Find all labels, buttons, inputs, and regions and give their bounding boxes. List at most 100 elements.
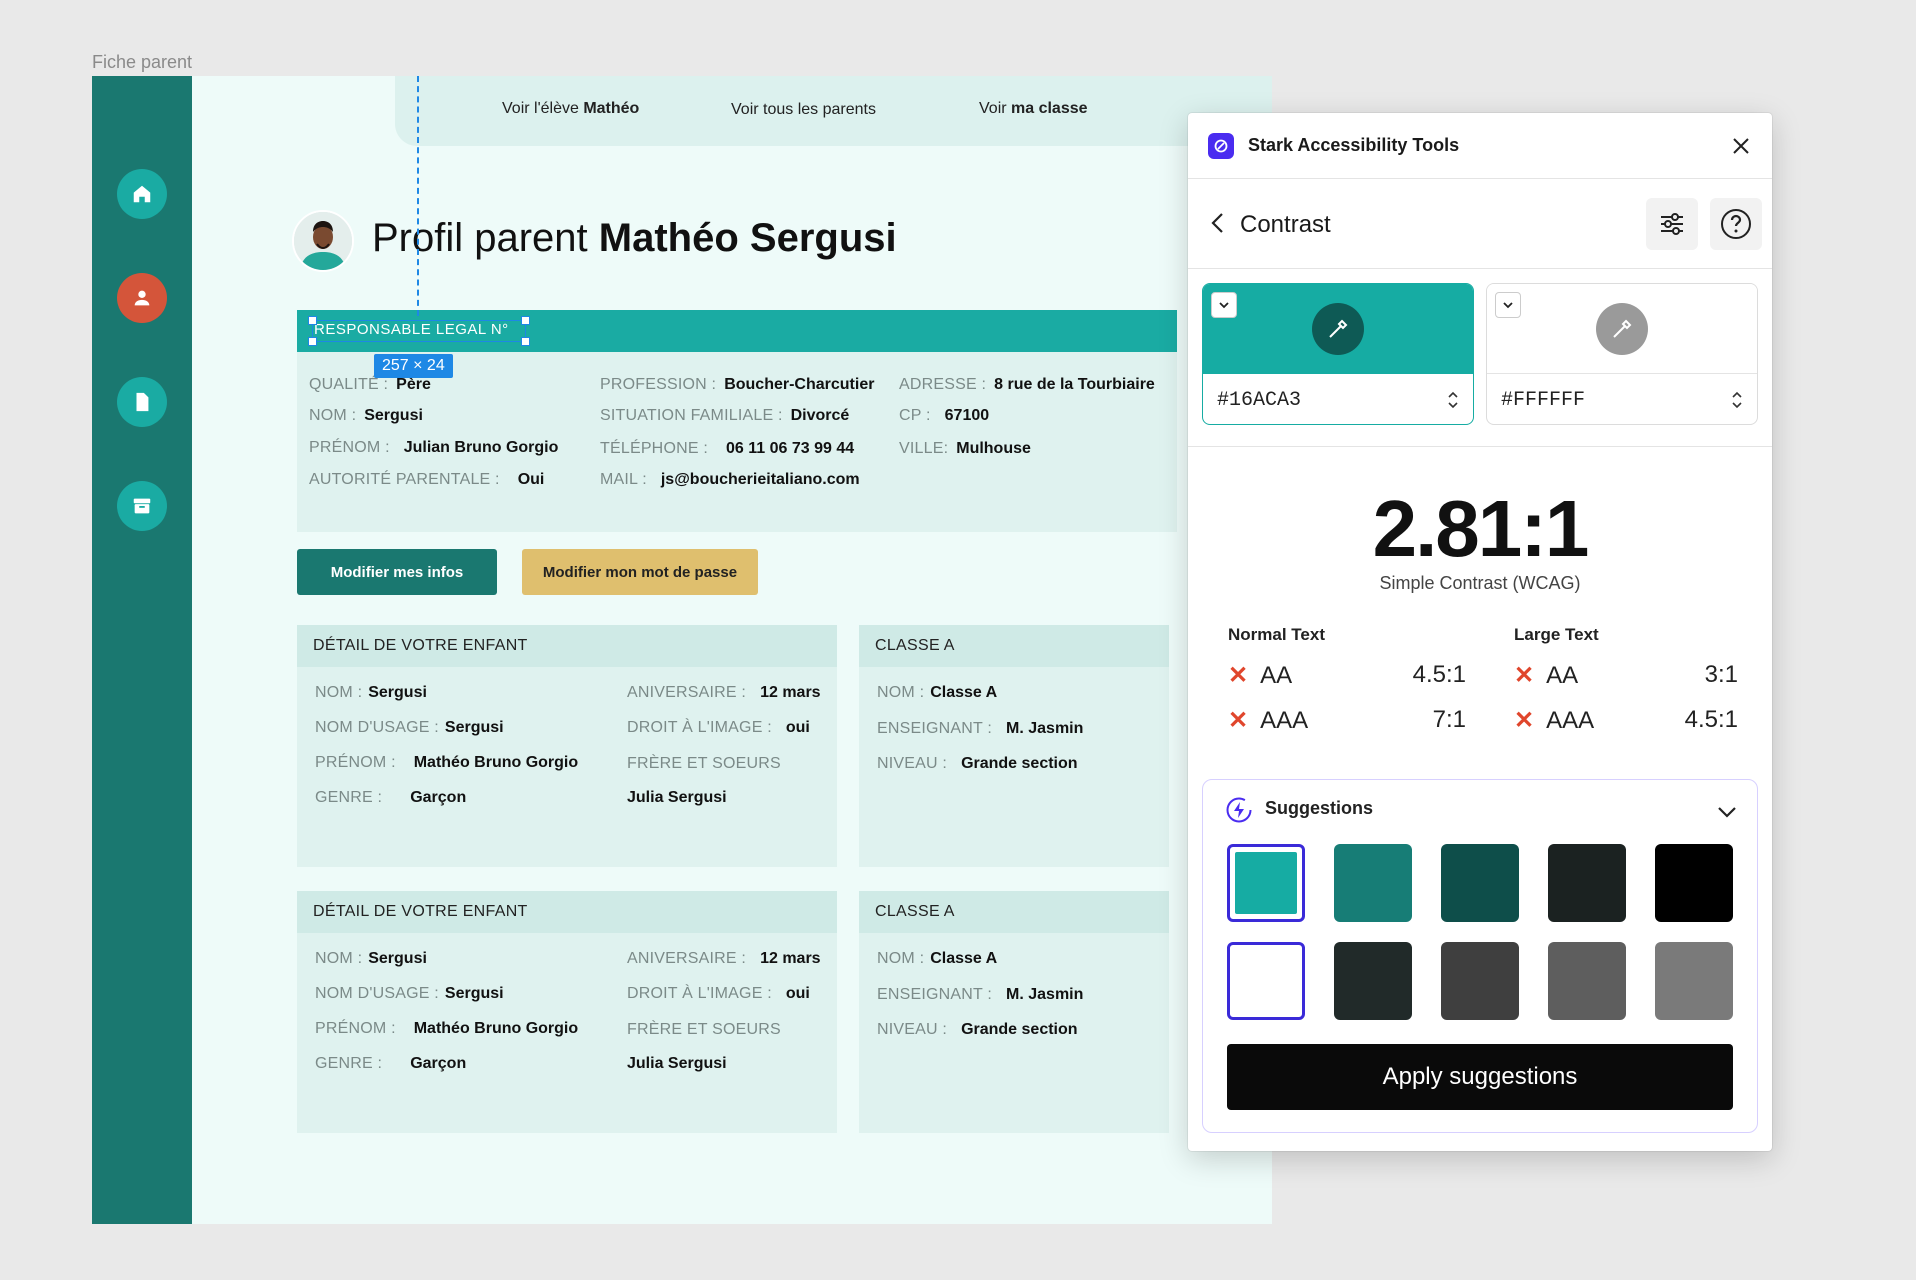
foreground-swatch[interactable]: #16ACA3 xyxy=(1202,283,1474,425)
large-aa-label: AA xyxy=(1546,662,1579,689)
selection-size-badge: 257 × 24 xyxy=(374,354,453,378)
nav-link-my-class-label: Voir xyxy=(979,100,1012,117)
child-nom-usage-label: NOM D'USAGE : xyxy=(315,719,439,736)
chevron-down-icon[interactable] xyxy=(1715,800,1739,824)
back-arrow-icon[interactable] xyxy=(1208,210,1228,236)
child-anniversaire-value: 12 mars xyxy=(760,950,821,967)
suggestion-chip-background[interactable] xyxy=(1655,942,1733,1020)
class-niveau-value: Grande section xyxy=(961,755,1078,772)
child-anniversaire: ANIVERSAIRE : 12 mars xyxy=(627,950,821,968)
resize-handle[interactable] xyxy=(521,316,530,325)
fail-icon: ✕ xyxy=(1514,707,1535,734)
background-hex-value: #FFFFFF xyxy=(1501,388,1586,412)
foreground-hex-input[interactable]: #16ACA3 xyxy=(1203,374,1473,424)
stark-subheader: Contrast xyxy=(1188,179,1772,269)
field-adresse-value: 8 rue de la Tourbiaire xyxy=(994,376,1155,393)
background-hex-input[interactable]: #FFFFFF xyxy=(1487,374,1757,424)
foreground-toggle[interactable] xyxy=(1211,292,1237,318)
suggestion-chip-foreground[interactable] xyxy=(1548,844,1626,922)
edit-info-button[interactable]: Modifier mes infos xyxy=(297,549,497,595)
suggestion-chip-background[interactable] xyxy=(1441,942,1519,1020)
stepper-arrows-icon[interactable] xyxy=(1731,390,1743,410)
close-icon[interactable] xyxy=(1728,133,1754,159)
contrast-ratio: 2.81:1 xyxy=(1372,484,1590,573)
background-toggle[interactable] xyxy=(1495,292,1521,318)
child-detail-title: DÉTAIL DE VOTRE ENFANT xyxy=(297,891,837,933)
foreground-eyedropper-button[interactable] xyxy=(1312,303,1364,355)
suggestion-chip-foreground[interactable] xyxy=(1655,844,1733,922)
resize-handle[interactable] xyxy=(521,337,530,346)
field-mail: MAIL : js@boucherieitaliano.com xyxy=(600,471,860,489)
child-anniversaire-label: ANIVERSAIRE : xyxy=(627,950,747,967)
child-droit-image: DROIT À L'IMAGE : oui xyxy=(627,719,810,737)
class-nom-value: Classe A xyxy=(930,950,998,967)
field-qualite: QUALITÉ : Père xyxy=(309,376,431,394)
background-eyedropper-button[interactable] xyxy=(1596,302,1648,355)
class-niveau-label: NIVEAU : xyxy=(877,1021,948,1038)
field-prenom-label: PRÉNOM : xyxy=(309,439,390,456)
top-navigation: Voir l'élève Mathéo Voir tous les parent… xyxy=(395,76,1272,146)
sidebar-archive-button[interactable] xyxy=(117,481,167,531)
fail-icon: ✕ xyxy=(1228,707,1249,734)
stark-title: Stark Accessibility Tools xyxy=(1248,135,1460,155)
child-nom-usage: NOM D'USAGE : Sergusi xyxy=(315,985,504,1003)
child-anniversaire-label: ANIVERSAIRE : xyxy=(627,684,747,701)
child-anniversaire-value: 12 mars xyxy=(760,684,821,701)
class-enseignant-value: M. Jasmin xyxy=(1006,986,1084,1003)
nav-link-all-parents[interactable]: Voir tous les parents xyxy=(731,101,876,119)
field-situation-familiale: SITUATION FAMILIALE : Divorcé xyxy=(600,407,849,425)
class-card: CLASSE A xyxy=(859,891,1169,1133)
nav-link-my-class[interactable]: Voir ma classe xyxy=(979,100,1088,118)
suggestion-chip-foreground-selected[interactable] xyxy=(1227,844,1305,922)
class-enseignant-label: ENSEIGNANT : xyxy=(877,720,993,737)
resize-handle[interactable] xyxy=(308,337,317,346)
child-genre-label: GENRE : xyxy=(315,789,383,806)
selection-box[interactable] xyxy=(312,320,526,342)
edit-password-button[interactable]: Modifier mon mot de passe xyxy=(522,549,758,595)
child-droit-image-label: DROIT À L'IMAGE : xyxy=(627,719,772,736)
suggestion-chip-foreground[interactable] xyxy=(1441,844,1519,922)
sidebar-home-button[interactable] xyxy=(117,169,167,219)
field-telephone: TÉLÉPHONE : 06 11 06 73 99 44 xyxy=(600,440,854,458)
child-prenom-value: Mathéo Bruno Gorgio xyxy=(413,754,579,771)
child-freres-names: Julia Sergusi xyxy=(627,1055,727,1072)
child-nom-label: NOM : xyxy=(315,950,363,967)
help-button[interactable] xyxy=(1710,198,1762,250)
field-ville-label: VILLE: xyxy=(899,440,949,457)
child-genre-value: Garçon xyxy=(410,789,467,806)
nav-link-student[interactable]: Voir l'élève Mathéo xyxy=(502,100,639,118)
field-telephone-value: 06 11 06 73 99 44 xyxy=(726,440,855,457)
child-nom: NOM : Sergusi xyxy=(315,950,427,968)
sidebar-profile-button[interactable] xyxy=(117,273,167,323)
child-detail-card: DÉTAIL DE VOTRE ENFANT xyxy=(297,625,837,867)
resize-handle[interactable] xyxy=(308,316,317,325)
class-niveau-value: Grande section xyxy=(961,1021,1078,1038)
suggestions-panel: Suggestions Apply suggestions xyxy=(1202,779,1758,1133)
suggestion-chip-background[interactable] xyxy=(1548,942,1626,1020)
field-qualite-label: QUALITÉ : xyxy=(309,376,389,393)
field-profession-value: Boucher-Charcutier xyxy=(724,376,875,393)
class-enseignant-label: ENSEIGNANT : xyxy=(877,986,993,1003)
child-prenom-label: PRÉNOM : xyxy=(315,754,396,771)
child-prenom-value: Mathéo Bruno Gorgio xyxy=(413,1020,579,1037)
sidebar-documents-button[interactable] xyxy=(117,377,167,427)
foreground-color-preview xyxy=(1203,284,1473,374)
suggestion-chip-foreground[interactable] xyxy=(1334,844,1412,922)
class-enseignant-value: M. Jasmin xyxy=(1006,720,1084,737)
home-icon xyxy=(133,185,151,203)
child-nom-usage: NOM D'USAGE : Sergusi xyxy=(315,719,504,737)
nav-link-my-class-bold: ma classe xyxy=(1011,100,1088,117)
sidebar xyxy=(92,76,192,1224)
suggestion-chip-background[interactable] xyxy=(1334,942,1412,1020)
avatar-portrait xyxy=(294,212,352,270)
stark-header: Stark Accessibility Tools xyxy=(1188,113,1772,179)
apply-suggestions-button[interactable]: Apply suggestions xyxy=(1227,1044,1733,1110)
settings-button[interactable] xyxy=(1646,198,1698,250)
field-cp: CP : 67100 xyxy=(899,407,989,425)
field-mail-value: js@boucherieitaliano.com xyxy=(660,471,860,488)
suggestion-chip-background-selected[interactable] xyxy=(1227,942,1305,1020)
child-detail-card: DÉTAIL DE VOTRE ENFANT xyxy=(297,891,837,1133)
large-aaa-label: AAA xyxy=(1546,707,1595,734)
background-swatch[interactable]: #FFFFFF xyxy=(1486,283,1758,425)
stepper-arrows-icon[interactable] xyxy=(1447,390,1459,410)
